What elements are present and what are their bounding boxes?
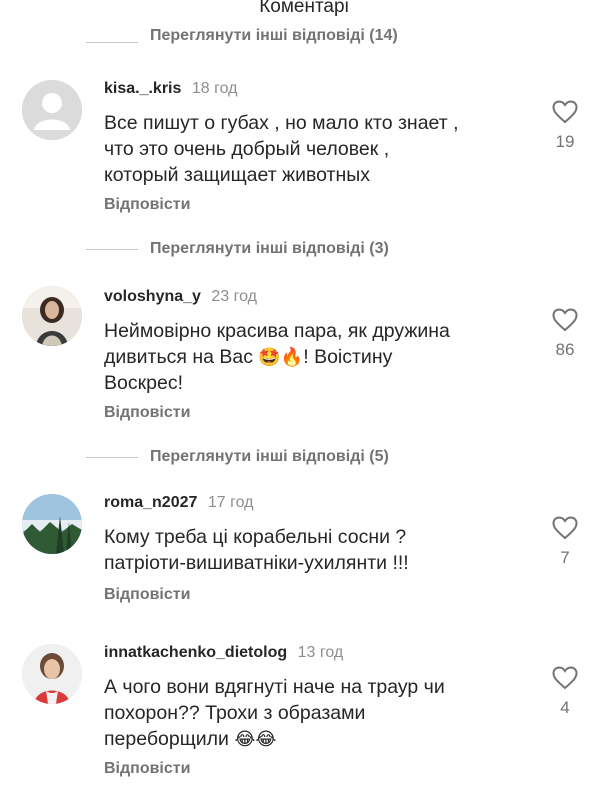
avatar[interactable] bbox=[22, 644, 82, 704]
username[interactable]: kisa._.kris bbox=[104, 80, 181, 97]
comment-line: переборщили 😂😂 bbox=[104, 728, 277, 750]
comment-line: похорон?? Трохи з образами bbox=[104, 702, 366, 724]
reply-button[interactable]: Відповісти bbox=[104, 760, 190, 778]
timestamp: 18 год bbox=[191, 80, 238, 97]
username[interactable]: voloshyna_y bbox=[104, 288, 201, 305]
comment-line: Все пишут о губах , но мало кто знает , bbox=[104, 112, 459, 134]
heart-outline-icon[interactable] bbox=[552, 308, 578, 332]
timestamp: 23 год bbox=[211, 288, 257, 305]
like-group: 86 bbox=[545, 308, 585, 360]
reply-button[interactable]: Відповісти bbox=[104, 586, 190, 604]
view-more-replies[interactable]: Переглянути інші відповіді (5) bbox=[86, 445, 389, 469]
avatar[interactable] bbox=[22, 286, 82, 346]
comment-header: voloshyna_y 23 год bbox=[104, 288, 257, 306]
like-count: 4 bbox=[560, 698, 570, 717]
user-photo-icon bbox=[22, 644, 82, 704]
landscape-photo-icon bbox=[22, 494, 82, 554]
comment-line: Воскрес! bbox=[104, 372, 183, 394]
like-group: 19 bbox=[545, 100, 585, 152]
like-group: 4 bbox=[545, 666, 585, 718]
like-count: 19 bbox=[555, 132, 575, 151]
view-more-replies-label: Переглянути інші відповіді (5) bbox=[150, 448, 389, 465]
comment-line: который защищает животных bbox=[104, 164, 371, 186]
header-title: Коментарі bbox=[259, 0, 349, 17]
comment-text: А чого вони вдягнуті наче на траур чи по… bbox=[104, 674, 524, 752]
comments-header: Коментарі bbox=[0, 0, 608, 24]
comment-header: kisa._.kris 18 год bbox=[104, 80, 237, 98]
username[interactable]: innatkachenko_dietolog bbox=[104, 644, 287, 661]
view-more-replies-top[interactable]: Переглянути інші відповіді (14) bbox=[86, 27, 398, 54]
like-group: 7 bbox=[545, 516, 585, 568]
avatar[interactable] bbox=[22, 80, 82, 140]
comment-line: дивиться на Вас 🤩🔥! Воістину bbox=[104, 346, 393, 368]
view-more-replies[interactable]: Переглянути інші відповіді (3) bbox=[86, 237, 389, 261]
divider-line bbox=[86, 41, 138, 43]
username[interactable]: roma_n2027 bbox=[104, 494, 197, 511]
timestamp: 17 год bbox=[207, 494, 254, 511]
divider-line bbox=[86, 456, 138, 458]
view-more-replies-label: Переглянути інші відповіді (3) bbox=[150, 240, 389, 257]
comment-line: А чого вони вдягнуті наче на траур чи bbox=[104, 676, 445, 698]
emoji-laughing-icon: 😂😂 bbox=[234, 729, 277, 749]
divider-line bbox=[86, 248, 138, 250]
comment-text: Кому треба ці корабельні сосни ? патріот… bbox=[104, 524, 524, 576]
comment-text: Все пишут о губах , но мало кто знает , … bbox=[104, 110, 524, 188]
comment-line: Неймовірно красива пара, як дружина bbox=[104, 320, 450, 342]
timestamp: 13 год bbox=[297, 644, 344, 661]
reply-button[interactable]: Відповісти bbox=[104, 196, 190, 214]
like-count: 7 bbox=[560, 548, 570, 567]
comment-line: что это очень добрый человек , bbox=[104, 138, 390, 160]
heart-outline-icon[interactable] bbox=[552, 516, 578, 540]
user-photo-icon bbox=[22, 286, 82, 346]
comment-line: Кому треба ці корабельні сосни ? bbox=[104, 526, 407, 548]
comment-text: Неймовірно красива пара, як дружина диви… bbox=[104, 318, 524, 396]
default-avatar-icon bbox=[22, 80, 82, 140]
comment-header: roma_n2027 17 год bbox=[104, 494, 253, 512]
heart-outline-icon[interactable] bbox=[552, 666, 578, 690]
comment-line: патріоти-вишиватніки-ухилянти !!! bbox=[104, 552, 409, 574]
reply-button[interactable]: Відповісти bbox=[104, 404, 190, 422]
view-more-replies-label: Переглянути інші відповіді (14) bbox=[150, 27, 398, 44]
like-count: 86 bbox=[555, 340, 575, 359]
comment-header: innatkachenko_dietolog 13 год bbox=[104, 644, 343, 662]
heart-outline-icon[interactable] bbox=[552, 100, 578, 124]
emoji-starstruck-fire-icon: 🤩🔥 bbox=[258, 347, 304, 367]
avatar[interactable] bbox=[22, 494, 82, 554]
